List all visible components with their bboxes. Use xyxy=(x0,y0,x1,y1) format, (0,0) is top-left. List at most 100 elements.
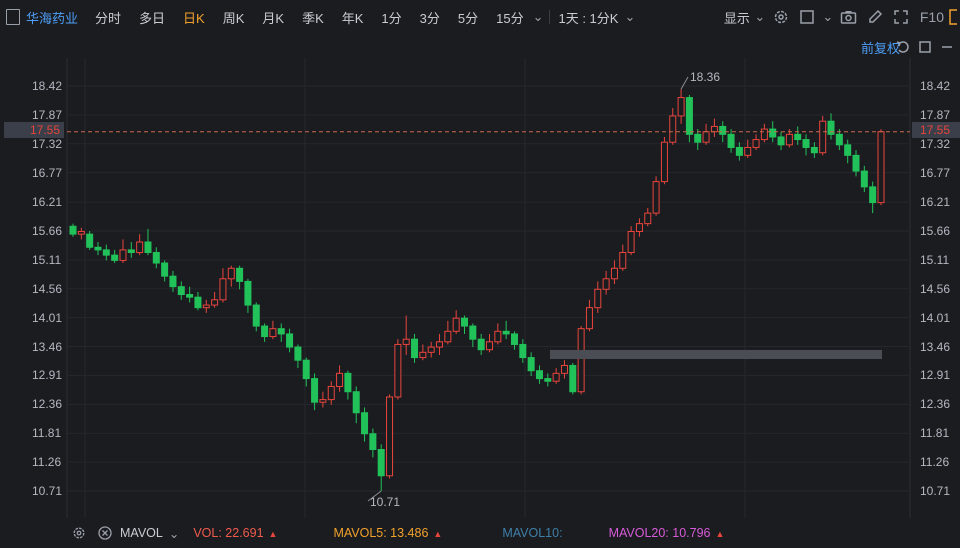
candle-body xyxy=(744,146,752,156)
y-tick-label: 13.46 xyxy=(920,339,951,354)
f10-button[interactable]: F10 xyxy=(914,9,946,25)
candle-body xyxy=(510,333,518,345)
candle-body xyxy=(402,338,410,345)
candle-body xyxy=(77,231,85,235)
candle-body xyxy=(494,330,502,343)
checkbox-icon[interactable] xyxy=(796,6,818,28)
y-tick-label: 15.11 xyxy=(920,252,950,267)
candle-body xyxy=(444,330,452,343)
mavol10-value: MAVOL10: xyxy=(502,526,563,540)
candle-body xyxy=(161,262,169,277)
candle-body xyxy=(577,328,585,393)
display-menu[interactable]: 显示 xyxy=(724,8,752,27)
candle-body xyxy=(502,330,510,335)
toolbar-right: 显示 ⌄ ⌄ F10 xyxy=(724,0,960,34)
candle-body xyxy=(386,396,394,477)
y-tick-label: 16.77 xyxy=(920,165,951,180)
period-tab-multiday[interactable]: 多日 xyxy=(130,8,174,27)
period-tab-monthly[interactable]: 月K xyxy=(253,8,293,27)
candle-body xyxy=(302,359,310,380)
fullscreen-icon[interactable] xyxy=(890,6,912,28)
y-tick-label: 15.66 xyxy=(920,223,951,238)
period-tab-5min[interactable]: 5分 xyxy=(449,8,487,27)
interval-select[interactable]: 1天 : 1分K xyxy=(554,8,622,27)
sidebar-toggle-icon[interactable] xyxy=(6,9,20,25)
period-tab-3min[interactable]: 3分 xyxy=(411,8,449,27)
low-annotation: 10.71 xyxy=(370,495,401,509)
candle-body xyxy=(436,341,444,348)
y-tick-label: 12.91 xyxy=(920,368,951,383)
candle-body xyxy=(202,304,210,309)
period-tab-daily[interactable]: 日K xyxy=(174,8,214,27)
candle-body xyxy=(752,139,760,148)
candle-body xyxy=(311,378,319,403)
candle-body xyxy=(660,141,668,183)
candle-body xyxy=(877,131,885,204)
candle-body xyxy=(186,294,194,298)
indicator-name[interactable]: MAVOL xyxy=(120,526,163,540)
candle-body xyxy=(394,343,402,398)
candle-body xyxy=(702,131,710,143)
checkbox-chevron-icon[interactable]: ⌄ xyxy=(822,6,834,28)
y-tick-label: 16.77 xyxy=(32,165,63,180)
candle-body xyxy=(852,154,860,172)
period-tab-weekly[interactable]: 周K xyxy=(214,8,254,27)
y-tick-label: 14.01 xyxy=(920,310,951,325)
candle-body xyxy=(177,286,185,296)
candle-body xyxy=(369,433,377,451)
y-tick-label: 18.42 xyxy=(920,79,951,93)
candle-body xyxy=(227,267,235,280)
period-tab-fenshi[interactable]: 分时 xyxy=(86,8,130,27)
gear-icon[interactable] xyxy=(770,6,792,28)
camera-icon[interactable] xyxy=(838,6,860,28)
period-tab-quarterly[interactable]: 季K xyxy=(293,8,333,27)
candle-body xyxy=(361,412,369,435)
candle-body xyxy=(627,231,635,254)
period-tab-yearly[interactable]: 年K xyxy=(333,8,373,27)
close-circle-icon[interactable] xyxy=(94,522,116,544)
candle-body xyxy=(277,328,285,335)
settings-gear-icon[interactable] xyxy=(68,522,90,544)
period-more-chevron-icon[interactable]: ⌄ xyxy=(533,9,546,25)
candle-body xyxy=(777,136,785,146)
candle-body xyxy=(286,333,294,348)
y-tick-label: 18.42 xyxy=(32,79,63,93)
display-chevron-icon[interactable]: ⌄ xyxy=(754,6,766,28)
candle-body xyxy=(552,372,560,382)
candle-body xyxy=(219,278,227,301)
minimize-icon[interactable] xyxy=(938,36,956,58)
y-tick-label: 11.26 xyxy=(920,455,950,470)
interval-chevron-icon[interactable]: ⌄ xyxy=(622,9,637,25)
y-tick-label: 14.01 xyxy=(32,310,63,325)
mavol5-up-icon: ▲ xyxy=(433,529,443,539)
period-tab-15min[interactable]: 15分 xyxy=(487,8,532,27)
indicator-chevron-icon[interactable]: ⌄ xyxy=(169,526,179,541)
rectangle-icon[interactable] xyxy=(916,36,934,58)
candle-body xyxy=(452,317,460,332)
candle-body xyxy=(327,385,335,401)
candle-body xyxy=(869,186,877,204)
candle-body xyxy=(685,97,693,135)
y-tick-label: 12.36 xyxy=(920,397,951,412)
candle-body xyxy=(102,249,110,256)
candle-body xyxy=(694,133,702,143)
mavol20-value: MAVOL20: 10.796 ▲ xyxy=(608,526,725,540)
candle-body xyxy=(677,97,685,117)
candlestick-chart[interactable] xyxy=(0,58,960,518)
period-tab-1min[interactable]: 1分 xyxy=(372,8,410,27)
y-tick-label: 17.32 xyxy=(920,136,951,151)
candle-body xyxy=(602,278,610,290)
panel-toggle-icon[interactable] xyxy=(948,6,958,28)
stock-name[interactable]: 华海药业 xyxy=(20,8,86,27)
candle-body xyxy=(560,364,568,374)
y-tick-label: 16.21 xyxy=(32,195,63,210)
toolbar-divider xyxy=(549,10,551,24)
candle-body xyxy=(652,181,660,214)
pencil-icon[interactable] xyxy=(864,6,886,28)
vol-up-icon: ▲ xyxy=(268,529,278,539)
undo-icon[interactable] xyxy=(894,36,912,58)
candle-body xyxy=(69,225,77,235)
candle-body xyxy=(294,346,302,361)
candle-body xyxy=(244,280,252,306)
candle-body xyxy=(352,391,360,414)
